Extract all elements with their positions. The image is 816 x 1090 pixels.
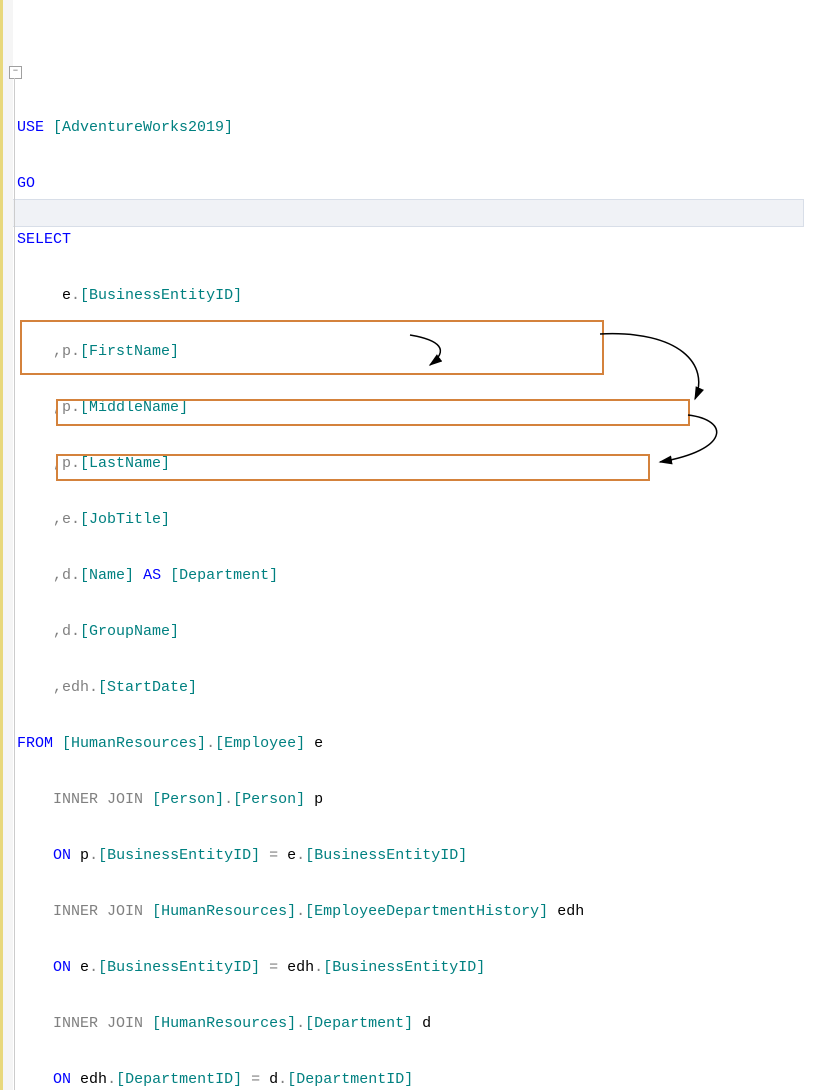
code-line: USE [AdventureWorks2019] xyxy=(17,114,584,142)
code-line: ,d.[GroupName] xyxy=(17,618,584,646)
fold-guide-line xyxy=(14,78,15,1090)
code-line: ON edh.[DepartmentID] = d.[DepartmentID] xyxy=(17,1066,584,1090)
code-line: ON e.[BusinessEntityID] = edh.[BusinessE… xyxy=(17,954,584,982)
schema: [HumanResources] xyxy=(152,1015,296,1032)
code-area[interactable]: − USE [AdventureWorks2019] GO SELECT e.[… xyxy=(13,0,584,1090)
table: [Department] xyxy=(305,1015,413,1032)
table-alias: d xyxy=(422,1015,431,1032)
keyword-join: JOIN xyxy=(107,791,143,808)
code-line: GO xyxy=(17,170,584,198)
code-line: ,p.[FirstName] xyxy=(17,338,584,366)
code-line: FROM [HumanResources].[Employee] e xyxy=(17,730,584,758)
table: [EmployeeDepartmentHistory] xyxy=(305,903,548,920)
column: [StartDate] xyxy=(98,679,197,696)
db-name: [AdventureWorks2019] xyxy=(53,119,233,136)
alias: e xyxy=(62,287,71,304)
code-line: INNER JOIN [HumanResources].[Department]… xyxy=(17,1010,584,1038)
schema: [Person] xyxy=(152,791,224,808)
table: [Person] xyxy=(233,791,305,808)
keyword-as: AS xyxy=(143,567,161,584)
code-line: ,e.[JobTitle] xyxy=(17,506,584,534)
column: [FirstName] xyxy=(80,343,179,360)
column: [JobTitle] xyxy=(80,511,170,528)
code-line: e.[BusinessEntityID] xyxy=(17,282,584,310)
column: [BusinessEntityID] xyxy=(80,287,242,304)
code-line: ON p.[BusinessEntityID] = e.[BusinessEnt… xyxy=(17,842,584,870)
table-alias: edh xyxy=(557,903,584,920)
column: [GroupName] xyxy=(80,623,179,640)
keyword-on: ON xyxy=(53,959,71,976)
keyword-go: GO xyxy=(17,175,35,192)
code-line: ,p.[LastName] xyxy=(17,450,584,478)
schema: [HumanResources] xyxy=(62,735,206,752)
column: [LastName] xyxy=(80,455,170,472)
code-line: INNER JOIN [HumanResources].[EmployeeDep… xyxy=(17,898,584,926)
code-line: ,edh.[StartDate] xyxy=(17,674,584,702)
keyword-inner: INNER xyxy=(53,903,98,920)
column: [MiddleName] xyxy=(80,399,188,416)
column: [Name] xyxy=(80,567,134,584)
keyword-inner: INNER xyxy=(53,1015,98,1032)
keyword-on: ON xyxy=(53,847,71,864)
keyword-on: ON xyxy=(53,1071,71,1088)
editor-gutter xyxy=(0,0,13,1090)
fold-minus-icon[interactable]: − xyxy=(9,66,22,79)
sql-editor[interactable]: − USE [AdventureWorks2019] GO SELECT e.[… xyxy=(0,0,816,1090)
keyword-select: SELECT xyxy=(17,231,71,248)
keyword-from: FROM xyxy=(17,735,53,752)
keyword-join: JOIN xyxy=(107,903,143,920)
code-line: ,d.[Name] AS [Department] xyxy=(17,562,584,590)
table-alias: p xyxy=(314,791,323,808)
keyword-use: USE xyxy=(17,119,44,136)
keyword-join: JOIN xyxy=(107,1015,143,1032)
code-line: SELECT xyxy=(17,226,584,254)
code-line: INNER JOIN [Person].[Person] p xyxy=(17,786,584,814)
schema: [HumanResources] xyxy=(152,903,296,920)
table-alias: e xyxy=(314,735,323,752)
table: [Employee] xyxy=(215,735,305,752)
keyword-inner: INNER xyxy=(53,791,98,808)
alias-name: [Department] xyxy=(170,567,278,584)
code-line: ,p.[MiddleName] xyxy=(17,394,584,422)
